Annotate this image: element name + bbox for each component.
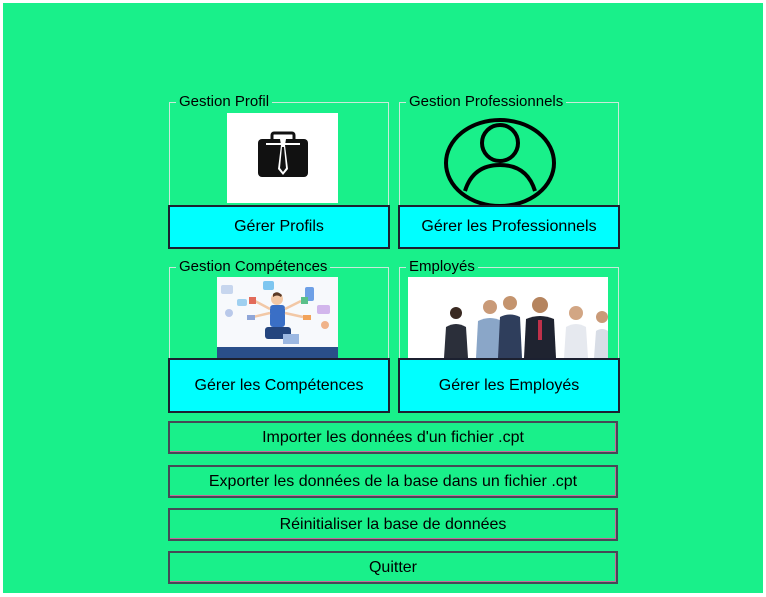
manage-professionals-label: Gérer les Professionnels <box>421 218 597 235</box>
manage-employees-label: Gérer les Employés <box>438 376 580 394</box>
user-circle-icon <box>443 113 558 205</box>
import-button[interactable]: Importer les données d'un fichier .cpt <box>168 421 618 454</box>
group-title-profil: Gestion Profil <box>176 94 273 110</box>
quit-label: Quitter <box>368 558 417 576</box>
manage-employees-button[interactable]: Gérer les Employés <box>398 358 620 413</box>
manage-skills-label: Gérer les Compétences <box>194 376 364 394</box>
manage-professionals-button[interactable]: Gérer les Professionnels <box>398 205 620 249</box>
multitasking-illustration <box>217 277 338 358</box>
main-window: Gestion Profil Gérer Profils Gestion Pro… <box>3 3 763 593</box>
reset-database-button[interactable]: Réinitialiser la base de données <box>168 508 618 541</box>
import-label: Importer les données d'un fichier .cpt <box>262 428 524 446</box>
manage-skills-button[interactable]: Gérer les Compétences <box>168 358 390 413</box>
reset-database-label: Réinitialiser la base de données <box>279 515 507 533</box>
briefcase-icon <box>227 113 338 203</box>
manage-profiles-label: Gérer Profils <box>234 218 324 235</box>
team-photo <box>408 277 608 358</box>
export-button[interactable]: Exporter les données de la base dans un … <box>168 465 618 498</box>
group-title-employes: Employés <box>406 259 478 275</box>
export-label: Exporter les données de la base dans un … <box>208 472 578 490</box>
group-title-professionnels: Gestion Professionnels <box>406 94 567 110</box>
group-title-competences: Gestion Compétences <box>176 259 331 275</box>
quit-button[interactable]: Quitter <box>168 551 618 584</box>
manage-profiles-button[interactable]: Gérer Profils <box>168 205 390 249</box>
